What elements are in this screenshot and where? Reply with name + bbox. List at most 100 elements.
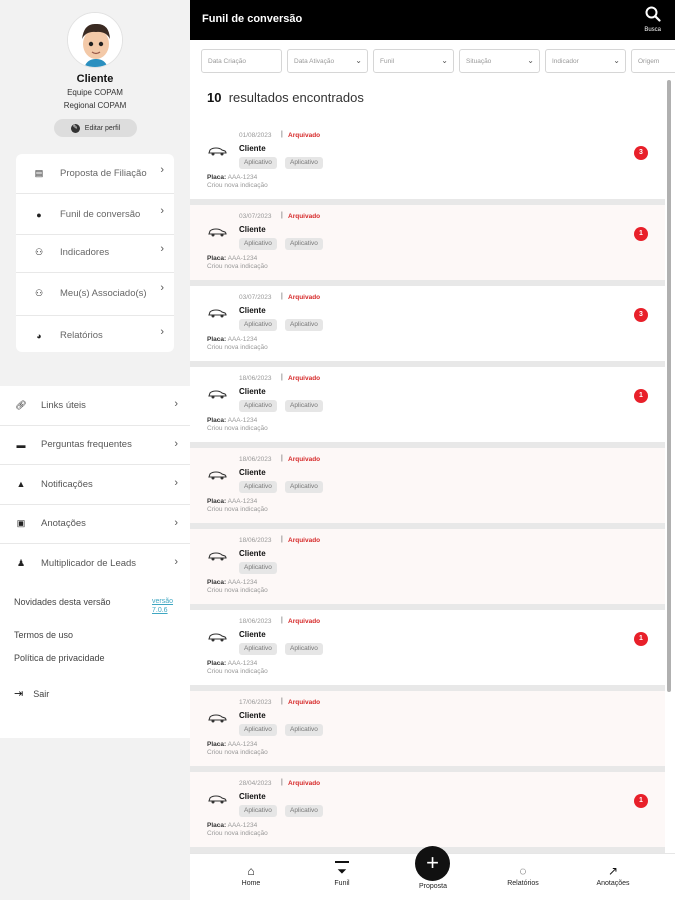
menu-item-proposta[interactable]: ▤ Proposta de Filiação › (16, 154, 174, 194)
tag: Aplicativo (239, 319, 277, 331)
card-client-name: Cliente (239, 306, 266, 315)
filter-placeholder: Origem (638, 57, 660, 65)
add-proposal-button[interactable]: + (415, 846, 450, 881)
tag: Aplicativo (239, 805, 277, 817)
car-icon (207, 551, 227, 564)
card-activity: Criou nova indicação (207, 182, 268, 189)
placa-label: Placa: (207, 741, 227, 748)
car-icon (207, 713, 227, 726)
home-icon: ⌂ (247, 864, 255, 878)
placa-label: Placa: (207, 255, 227, 262)
refresh-icon: ◌ (519, 864, 527, 878)
tag: Aplicativo (285, 157, 323, 169)
profile-section: Cliente Equipe COPAM Regional COPAM ✎ Ed… (0, 0, 190, 145)
chevron-right-icon: › (174, 516, 178, 529)
placa-label: Placa: (207, 579, 227, 586)
lead-card[interactable]: 01/08/2023 | Arquivado Cliente Aplicativ… (190, 124, 665, 205)
card-date: 03/07/2023 (239, 294, 272, 301)
pie-chart-icon: ◕ (36, 331, 42, 341)
tag: Aplicativo (285, 319, 323, 331)
placa-value: AAA-1234 (227, 822, 258, 829)
scrollbar[interactable] (667, 80, 671, 692)
tag: Aplicativo (239, 643, 277, 655)
status-badge: Arquivado (288, 699, 321, 706)
edit-profile-label: Editar perfil (84, 124, 121, 132)
menu-item-indicadores[interactable]: ⚇ Indicadores › (16, 233, 174, 273)
menu-item-notificacoes[interactable]: ▲ Notificações › (0, 465, 190, 505)
user-add-icon: ♟ (16, 557, 26, 568)
nav-funil[interactable]: ⏷ Funil (312, 864, 372, 887)
placa-label: Placa: (207, 174, 227, 181)
nav-label: Anotações (596, 880, 630, 887)
filter-icon: ⏷ (337, 864, 347, 878)
search-button[interactable]: Busca (644, 6, 661, 33)
card-activity: Criou nova indicação (207, 506, 268, 513)
status-badge: Arquivado (288, 618, 321, 625)
tag: Aplicativo (285, 643, 323, 655)
card-date: 18/06/2023 (239, 537, 272, 544)
link-icon: 🔗︎ (15, 399, 27, 410)
menu-item-relatorios[interactable]: ◕ Relatórios › (16, 316, 174, 356)
filter-data-ativacao[interactable]: Data Ativação ⌄ (287, 49, 368, 73)
filter-data-criacao[interactable]: Data Criação (201, 49, 282, 73)
chevron-right-icon: › (160, 243, 164, 255)
nav-anotacoes[interactable]: ↗ Anotações (583, 864, 643, 887)
nav-relatorios[interactable]: ◌ Relatórios (493, 864, 553, 887)
nav-home[interactable]: ⌂ Home (221, 864, 281, 887)
avatar[interactable] (67, 12, 123, 68)
lead-card[interactable]: 18/06/2023 | Arquivado Cliente Aplicativ… (190, 367, 665, 448)
card-date: 01/08/2023 (239, 132, 272, 139)
filter-indicador[interactable]: Indicador ⌄ (545, 49, 626, 73)
logout-icon: ⇥ (14, 688, 24, 700)
logout-button[interactable]: ⇥ Sair (14, 687, 49, 700)
menu-item-multiplicador[interactable]: ♟ Multiplicador de Leads › (0, 544, 190, 584)
lead-card[interactable]: 03/07/2023 | Arquivado Cliente Aplicativ… (190, 286, 665, 367)
menu-item-funil[interactable]: ● Funil de conversão › (16, 195, 174, 235)
menu-item-perguntas[interactable]: ▬ Perguntas frequentes › (0, 426, 190, 465)
menu-item-anotacoes[interactable]: ▣ Anotações › (0, 505, 190, 544)
profile-region: Regional COPAM (63, 101, 127, 110)
lead-card[interactable]: 28/04/2023 | Arquivado Cliente Aplicativ… (190, 772, 665, 853)
menu-item-links[interactable]: 🔗︎ Links úteis › (0, 386, 190, 426)
card-activity: Criou nova indicação (207, 263, 268, 270)
footer-links: Novidades desta versão versão 7.0.6 Term… (0, 583, 190, 738)
notification-badge: 1 (634, 227, 648, 241)
card-client-name: Cliente (239, 630, 266, 639)
card-date: 18/06/2023 (239, 375, 272, 382)
chevron-down-icon: ⌄ (355, 56, 362, 65)
lead-card[interactable]: 17/06/2023 | Arquivado Cliente Aplicativ… (190, 691, 665, 772)
group-icon: ⚇ (34, 288, 44, 298)
card-activity: Criou nova indicação (207, 668, 268, 675)
car-icon (207, 389, 227, 402)
filter-placeholder: Situação (466, 57, 492, 65)
placa-value: AAA-1234 (227, 417, 258, 424)
edit-profile-button[interactable]: ✎ Editar perfil (54, 119, 137, 137)
lead-card[interactable]: 18/06/2023 | Arquivado Cliente Aplicativ… (190, 448, 665, 529)
nav-label: Funil (334, 880, 350, 887)
menu-item-label: Notificações (41, 478, 93, 490)
notification-badge: 3 (634, 308, 648, 322)
lead-card[interactable]: 18/06/2023 | Arquivado Cliente Aplicativ… (190, 610, 665, 691)
card-placa: Placa: AAA-1234 (207, 255, 257, 262)
novidades-link[interactable]: Novidades desta versão (14, 597, 114, 607)
menu-item-label: Links úteis (41, 399, 86, 411)
lead-card[interactable]: 18/06/2023 | Arquivado Cliente Aplicativ… (190, 529, 665, 610)
status-badge: Arquivado (288, 132, 321, 139)
menu-item-associados[interactable]: ⚇ Meu(s) Associado(s) › (16, 272, 174, 316)
filter-funil[interactable]: Funil ⌄ (373, 49, 454, 73)
results-label: resultados encontrados (228, 90, 364, 105)
filter-origem[interactable]: Origem (631, 49, 675, 73)
tag: Aplicativo (239, 481, 277, 493)
chat-icon: ▬ (16, 439, 26, 450)
separator: | (281, 293, 283, 300)
status-badge: Arquivado (288, 456, 321, 463)
status-badge: Arquivado (288, 213, 321, 220)
politica-link[interactable]: Política de privacidade (14, 653, 105, 663)
version-link[interactable]: versão 7.0.6 (152, 597, 182, 615)
separator: | (281, 374, 283, 381)
card-client-name: Cliente (239, 711, 266, 720)
filter-situacao[interactable]: Situação ⌄ (459, 49, 540, 73)
lead-card[interactable]: 03/07/2023 | Arquivado Cliente Aplicativ… (190, 205, 665, 286)
chevron-down-icon: ⌄ (613, 56, 620, 65)
termos-link[interactable]: Termos de uso (14, 630, 73, 640)
